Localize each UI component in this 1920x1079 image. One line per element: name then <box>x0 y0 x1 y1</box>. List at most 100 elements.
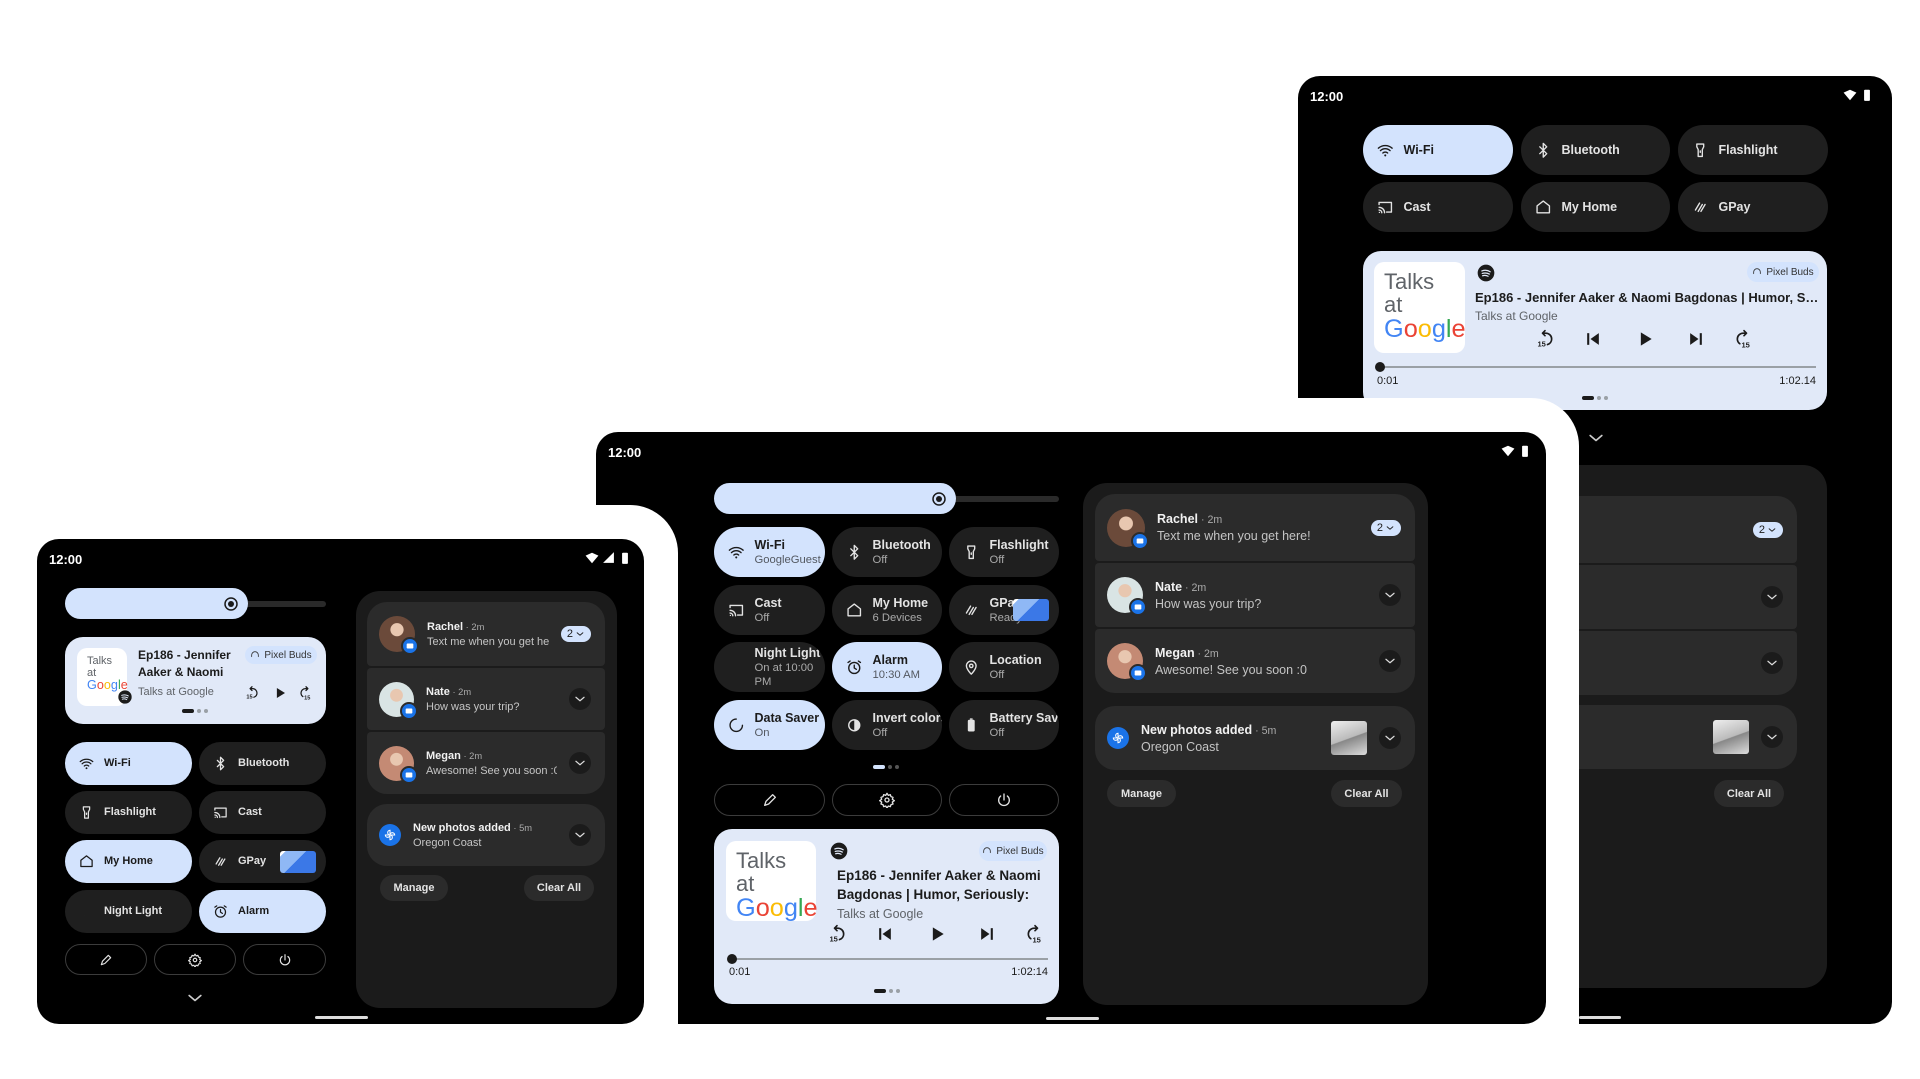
previous-button[interactable] <box>1583 329 1603 349</box>
quick-tile-night-light[interactable]: Night Light On at 10:00 PM <box>714 642 825 692</box>
photos-notification[interactable]: New photos added · 5m Oregon Coast <box>367 804 605 866</box>
page-dot[interactable] <box>1582 396 1594 400</box>
quick-tile-gpay[interactable]: GPay <box>1678 182 1828 232</box>
quick-tile-wi-fi[interactable]: Wi-Fi <box>65 742 192 785</box>
quick-tile-bluetooth[interactable]: Bluetooth <box>1521 125 1670 175</box>
quick-tile-battery-saver[interactable]: Battery Saver Off <box>949 700 1059 750</box>
quick-tile-flashlight[interactable]: Flashlight <box>65 791 192 834</box>
output-device-chip[interactable]: Pixel Buds <box>979 841 1047 861</box>
conversation-notification[interactable]: Rachel · 2m Text me when you get here! 2 <box>1095 494 1415 561</box>
conversation-notification[interactable]: Nate · 2m How was your trip? <box>1095 563 1415 627</box>
power-button[interactable] <box>243 944 326 975</box>
quick-tile-alarm[interactable]: Alarm <box>199 890 326 933</box>
quick-tile-gpay[interactable]: GPay <box>199 840 326 883</box>
settings-button[interactable] <box>832 784 942 816</box>
forward-15-button[interactable]: 15 <box>299 686 314 701</box>
quick-tile-cast[interactable]: Cast <box>199 791 326 834</box>
page-dot[interactable] <box>888 765 892 769</box>
next-button[interactable] <box>1686 329 1706 349</box>
edit-button[interactable] <box>714 784 825 816</box>
forward-15-button[interactable]: 15 <box>1734 329 1754 349</box>
next-button[interactable] <box>977 924 997 944</box>
expand-count-button[interactable]: 2 <box>1752 521 1783 538</box>
page-dot[interactable] <box>895 989 900 993</box>
forward-15-button[interactable]: 15 <box>1025 924 1045 944</box>
brightness-slider[interactable] <box>714 483 956 514</box>
quick-tile-data-saver[interactable]: Data Saver On <box>714 700 825 750</box>
media-player-card[interactable]: Talks at Google Pixel Buds Ep186 - Jennifer … <box>714 829 1059 1004</box>
quick-tile-my-home[interactable]: My Home <box>1521 182 1670 232</box>
quick-tile-location[interactable]: Location Off <box>949 642 1059 692</box>
quick-tile-alarm[interactable]: Alarm 10:30 AM <box>832 642 942 692</box>
quick-tile-gpay[interactable]: GPay Ready <box>949 585 1059 635</box>
expand-button[interactable] <box>1761 726 1783 748</box>
conversation-notification[interactable]: Nate · 2m How was your trip? <box>367 668 605 730</box>
photo-thumbnail[interactable] <box>1331 721 1367 755</box>
replay-15-button[interactable]: 15 <box>1535 329 1555 349</box>
quick-tile-night-light[interactable]: Night Light <box>65 890 192 933</box>
expand-shade-chevron-icon[interactable] <box>185 988 205 1008</box>
page-dot[interactable] <box>197 709 201 713</box>
settings-button[interactable] <box>154 944 236 975</box>
output-device-chip[interactable]: Pixel Buds <box>1747 262 1819 282</box>
media-player-card[interactable]: Talks at Google Pixel Buds Ep186 - Jennifer … <box>65 637 326 724</box>
clear-all-button[interactable]: Clear All <box>1331 780 1402 807</box>
page-dot[interactable] <box>204 709 208 713</box>
quick-tile-wi-fi[interactable]: Wi-Fi <box>1363 125 1513 175</box>
page-dot[interactable] <box>873 765 885 769</box>
expand-button[interactable] <box>1761 652 1783 674</box>
clear-all-button[interactable]: Clear All <box>1714 780 1784 807</box>
page-dot[interactable] <box>895 765 899 769</box>
quick-tile-my-home[interactable]: My Home <box>65 840 192 883</box>
expand-shade-chevron-icon[interactable] <box>1586 428 1606 448</box>
expand-button[interactable] <box>1379 650 1401 672</box>
quick-tile-bluetooth[interactable]: Bluetooth Off <box>832 527 942 577</box>
brightness-slider[interactable] <box>65 588 248 619</box>
quick-tile-cast[interactable]: Cast <box>1363 182 1513 232</box>
edit-button[interactable] <box>65 944 147 975</box>
quick-tile-my-home[interactable]: My Home 6 Devices <box>832 585 942 635</box>
previous-button[interactable] <box>875 924 895 944</box>
page-dot[interactable] <box>1604 396 1608 400</box>
quick-tile-wi-fi[interactable]: Wi-Fi GoogleGuest <box>714 527 825 577</box>
replay-15-button[interactable]: 15 <box>245 686 260 701</box>
progress-track[interactable] <box>731 958 1048 960</box>
progress-track[interactable] <box>1379 366 1816 368</box>
quick-tile-flashlight[interactable]: Flashlight <box>1678 125 1828 175</box>
play-button[interactable] <box>927 924 947 944</box>
conversation-notification[interactable]: Megan · 2m Awesome! See you soon :0 <box>1095 629 1415 693</box>
conversation-notification[interactable]: Rachel · 2m Text me when you get here! 2 <box>367 602 605 666</box>
expand-button[interactable] <box>569 688 591 710</box>
clear-all-button[interactable]: Clear All <box>524 875 594 901</box>
power-button[interactable] <box>949 784 1059 816</box>
quick-tile-invert-colors[interactable]: Invert colors Off <box>832 700 942 750</box>
expand-button[interactable] <box>1761 586 1783 608</box>
page-dot[interactable] <box>888 989 893 993</box>
home-gesture-bar[interactable] <box>1046 1017 1099 1020</box>
expand-button[interactable] <box>1379 584 1401 606</box>
expand-count-button[interactable]: 2 <box>560 626 591 642</box>
expand-button[interactable] <box>569 824 591 846</box>
play-button[interactable] <box>1635 329 1655 349</box>
photo-thumbnail[interactable] <box>1713 720 1749 754</box>
media-player-card[interactable]: Talks at Google Pixel Buds Ep186 - Jennifer … <box>1363 251 1827 410</box>
quick-tile-bluetooth[interactable]: Bluetooth <box>199 742 326 785</box>
quick-tile-flashlight[interactable]: Flashlight Off <box>949 527 1059 577</box>
manage-button[interactable]: Manage <box>380 875 448 901</box>
manage-button[interactable]: Manage <box>1107 780 1176 807</box>
conversation-notification[interactable]: Megan · 2m Awesome! See you soon :0 <box>367 732 605 794</box>
photos-notification[interactable]: New photos added · 5m Oregon Coast <box>1095 706 1415 770</box>
page-dot[interactable] <box>182 709 194 713</box>
play-button[interactable] <box>273 686 288 701</box>
output-device-chip[interactable]: Pixel Buds <box>245 646 317 664</box>
quick-tile-cast[interactable]: Cast Off <box>714 585 825 635</box>
progress-handle[interactable] <box>726 954 737 964</box>
home-gesture-bar[interactable] <box>315 1016 368 1019</box>
progress-handle[interactable] <box>1375 362 1386 372</box>
page-dot[interactable] <box>1597 396 1601 400</box>
expand-button[interactable] <box>569 752 591 774</box>
page-dot[interactable] <box>873 989 886 993</box>
replay-15-button[interactable]: 15 <box>827 924 847 944</box>
expand-count-button[interactable]: 2 <box>1370 519 1401 536</box>
expand-button[interactable] <box>1379 727 1401 749</box>
